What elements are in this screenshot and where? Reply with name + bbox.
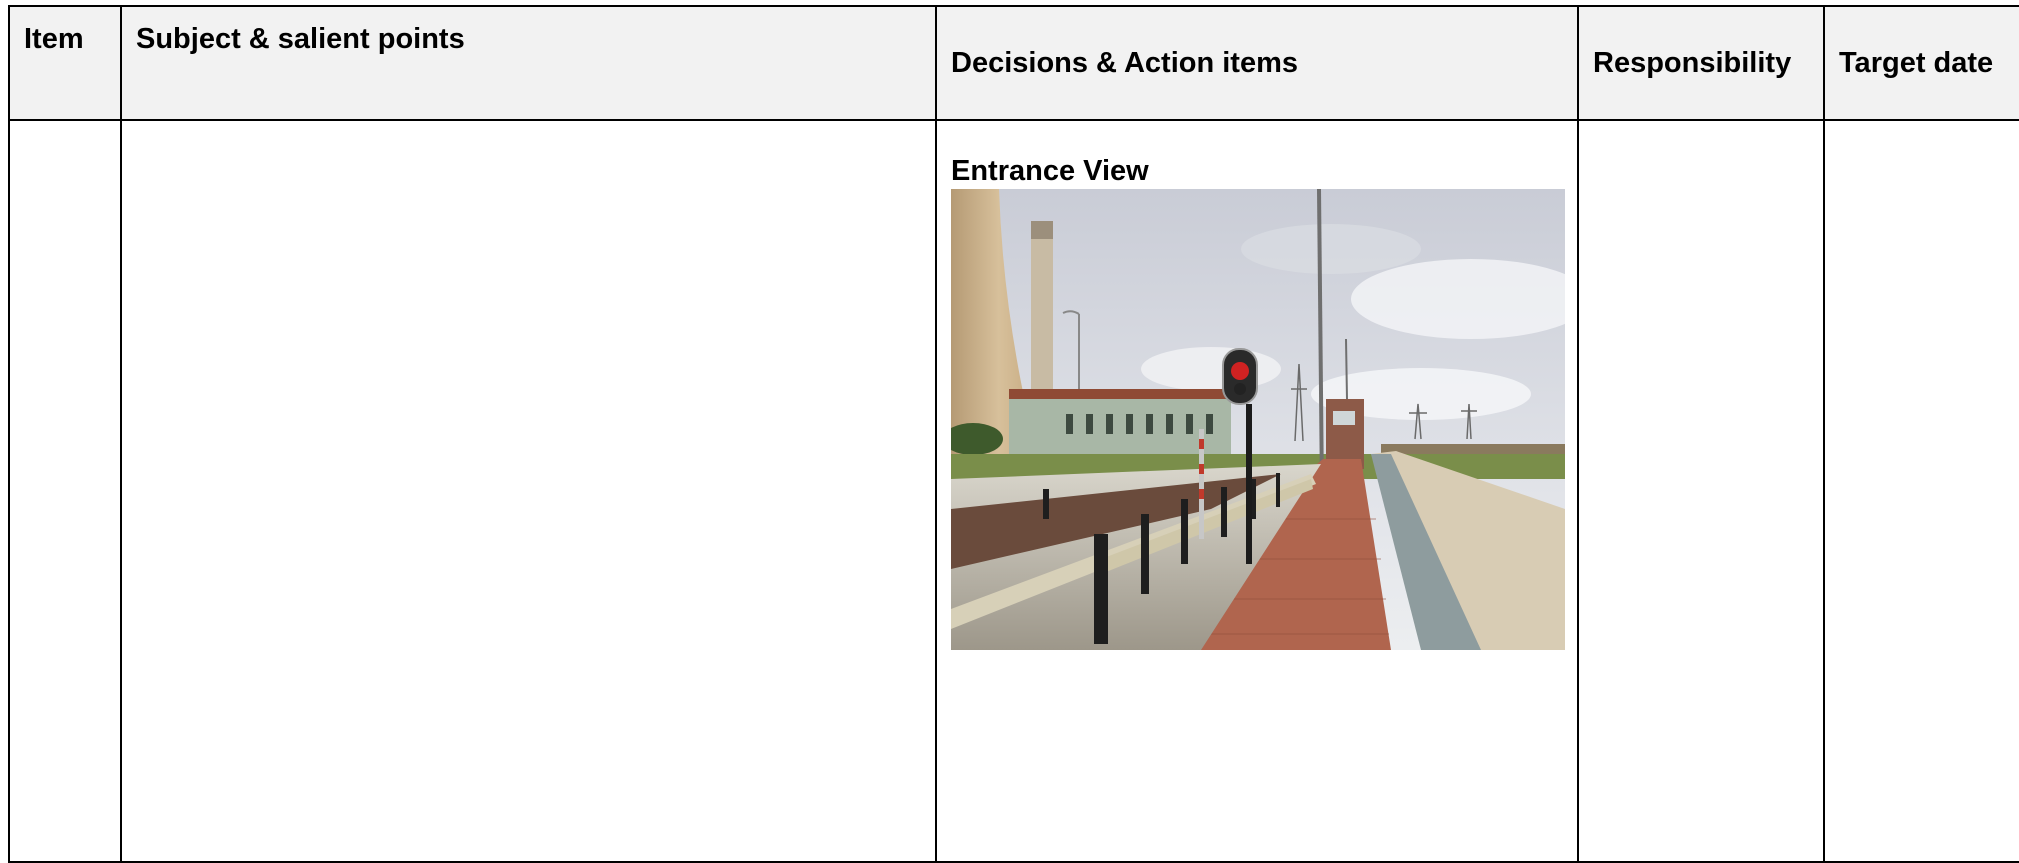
cell-decisions: Entrance View <box>935 119 1579 863</box>
cell-subject <box>120 119 937 863</box>
header-responsibility: Responsibility <box>1577 5 1825 121</box>
entrance-view-photo <box>951 189 1565 650</box>
cell-target-date <box>1823 119 2019 863</box>
cell-responsibility <box>1577 119 1825 863</box>
header-row: Item Subject & salient points Decisions … <box>8 5 2019 121</box>
header-item: Item <box>8 5 122 121</box>
header-decisions: Decisions & Action items <box>935 5 1579 121</box>
cell-item <box>8 119 122 863</box>
minutes-table: Item Subject & salient points Decisions … <box>8 5 2019 863</box>
header-target-date: Target date <box>1823 5 2019 121</box>
photo-title: Entrance View <box>951 155 1149 187</box>
table-row: Entrance View <box>8 119 2019 863</box>
header-subject: Subject & salient points <box>120 5 937 121</box>
